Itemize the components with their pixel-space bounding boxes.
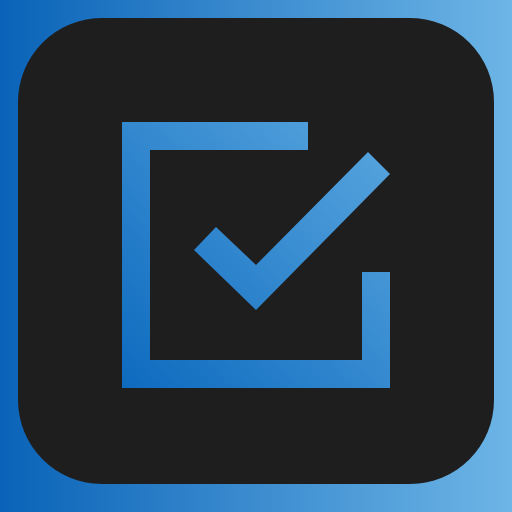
checkbox-frame bbox=[122, 122, 390, 388]
check-mark bbox=[194, 152, 390, 310]
checkbox-checked-icon bbox=[122, 122, 390, 388]
